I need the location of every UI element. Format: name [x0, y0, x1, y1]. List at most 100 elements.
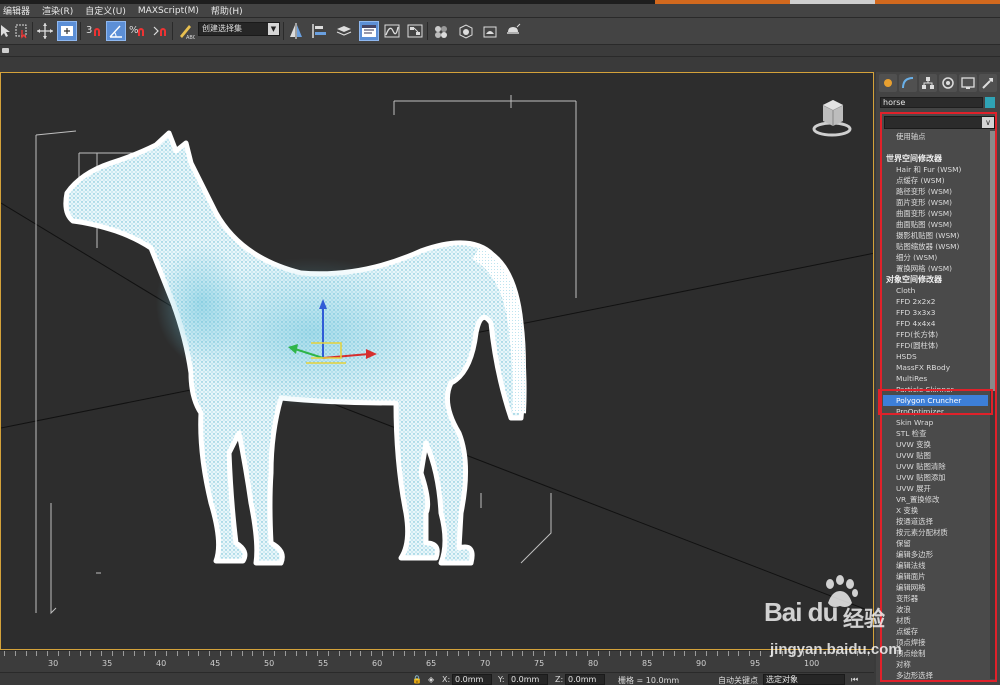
modifier-list-dropdown[interactable]: ∨: [884, 116, 995, 129]
modifier-item[interactable]: 编辑网格: [883, 582, 988, 593]
modifier-item[interactable]: 贴图缩放器 (WSM): [883, 241, 988, 252]
modifier-item[interactable]: 编辑面片: [883, 571, 988, 582]
modifier-item[interactable]: Skin Wrap: [883, 417, 988, 428]
timeline-ruler[interactable]: 30 35 40 45 50 55 60 65 70 75 80 85 90 95 100: [0, 650, 874, 672]
align-icon[interactable]: [309, 21, 329, 41]
timeline-tick: [511, 651, 513, 656]
chevron-down-icon[interactable]: ▼: [268, 23, 279, 35]
timeline-tick: [565, 651, 567, 656]
render-setup-icon[interactable]: [456, 21, 476, 41]
select-and-manipulate-icon[interactable]: [57, 21, 77, 41]
object-name-field[interactable]: horse: [880, 97, 983, 108]
modifier-item[interactable]: 点缓存 (WSM): [883, 175, 988, 186]
modifier-item[interactable]: HSDS: [883, 351, 988, 362]
modifier-item[interactable]: MultiRes: [883, 373, 988, 384]
modifier-item[interactable]: 点缓存: [883, 626, 988, 637]
modifier-item[interactable]: 对称: [883, 659, 988, 670]
modifier-item[interactable]: 按元素分配材质: [883, 527, 988, 538]
modifier-item[interactable]: 面片变形 (WSM): [883, 197, 988, 208]
hierarchy-tab-icon[interactable]: [919, 74, 937, 92]
object-color-swatch[interactable]: [985, 97, 995, 108]
modifier-item[interactable]: VR_置换修改: [883, 494, 988, 505]
menu-item-maxscript[interactable]: MAXScript(M): [135, 6, 208, 16]
modifier-item[interactable]: 顶点焊接: [883, 637, 988, 648]
percent-snap-icon[interactable]: %: [127, 21, 147, 41]
modifier-item[interactable]: Hair 和 Fur (WSM): [883, 164, 988, 175]
modifier-item[interactable]: Cloth: [883, 285, 988, 296]
modifier-item[interactable]: UVW 贴图: [883, 450, 988, 461]
x-coordinate-field[interactable]: 0.0mm: [452, 674, 492, 685]
menu-item-customize[interactable]: 自定义(U): [82, 4, 135, 17]
modifier-item[interactable]: FFD(圆柱体): [883, 340, 988, 351]
modify-tab-icon[interactable]: [899, 74, 917, 92]
modifier-item[interactable]: 材质: [883, 615, 988, 626]
scrollbar-thumb[interactable]: [990, 131, 995, 391]
menu-item-editor[interactable]: 编辑器: [0, 4, 39, 17]
timeline-tick: [684, 651, 686, 656]
timeline-tick: [382, 651, 383, 656]
modifier-item[interactable]: 按通道选择: [883, 516, 988, 527]
go-to-start-icon[interactable]: ⏮: [851, 675, 858, 685]
scene-explorer-icon[interactable]: [359, 21, 379, 41]
snap-3d-icon[interactable]: 3: [83, 21, 103, 41]
y-coordinate-field[interactable]: 0.0mm: [508, 674, 548, 685]
perspective-viewport[interactable]: [0, 72, 874, 650]
modifier-item[interactable]: 保留: [883, 538, 988, 549]
modifier-item[interactable]: UVW 贴图清除: [883, 461, 988, 472]
modifier-item[interactable]: 编辑多边形: [883, 549, 988, 560]
modifier-item[interactable]: 路径变形 (WSM): [883, 186, 988, 197]
angle-snap-icon[interactable]: [106, 21, 126, 41]
modifier-item[interactable]: 多边形选择: [883, 670, 988, 680]
create-tab-icon[interactable]: [879, 74, 897, 92]
modifier-item[interactable]: 变形器: [883, 593, 988, 604]
modifier-item[interactable]: 顶点绘制: [883, 648, 988, 659]
motion-tab-icon[interactable]: [939, 74, 957, 92]
modifier-item[interactable]: 细分 (WSM): [883, 252, 988, 263]
transform-mode-icon[interactable]: ◈: [428, 675, 434, 684]
move-icon[interactable]: [35, 21, 55, 41]
chevron-down-icon[interactable]: ∨: [982, 117, 994, 128]
menu-item-render[interactable]: 渲染(R): [39, 4, 82, 17]
select-region-icon[interactable]: [12, 21, 32, 41]
modifier-item[interactable]: 编辑法线: [883, 560, 988, 571]
modifier-item[interactable]: UVW 贴图添加: [883, 472, 988, 483]
modifier-item[interactable]: 曲面变形 (WSM): [883, 208, 988, 219]
modifier-item[interactable]: FFD 3x3x3: [883, 307, 988, 318]
modifier-item[interactable]: X 变换: [883, 505, 988, 516]
modifier-item[interactable]: MassFX RBody: [883, 362, 988, 373]
z-coordinate-field[interactable]: 0.0mm: [565, 674, 605, 685]
timeline-tick: [500, 651, 502, 656]
display-tab-icon[interactable]: [959, 74, 977, 92]
mirror-icon[interactable]: [286, 21, 306, 41]
spinner-snap-icon[interactable]: [150, 21, 170, 41]
named-selection-set-dropdown[interactable]: 创建选择集 ▼: [198, 22, 280, 36]
modifier-item[interactable]: 置换网格 (WSM): [883, 263, 988, 274]
modifier-item[interactable]: STL 检查: [883, 428, 988, 439]
rendered-frame-window-icon[interactable]: [480, 21, 500, 41]
schematic-view-icon[interactable]: [405, 21, 425, 41]
material-editor-icon[interactable]: [431, 21, 451, 41]
modifier-item[interactable]: UVW 展开: [883, 483, 988, 494]
timeline-tick: [814, 651, 815, 656]
modifier-item[interactable]: FFD(长方体): [883, 329, 988, 340]
edit-named-selection-icon[interactable]: ABC: [176, 21, 196, 41]
layer-manager-icon[interactable]: [334, 21, 354, 41]
modifier-item[interactable]: UVW 变换: [883, 439, 988, 450]
modifier-item[interactable]: 波浪: [883, 604, 988, 615]
auto-key-button[interactable]: 自动关键点: [718, 675, 758, 685]
menu-item-help[interactable]: 帮助(H): [208, 4, 252, 17]
modifier-item[interactable]: 使用轴点: [883, 131, 988, 142]
key-filter-dropdown[interactable]: 选定对象: [763, 674, 845, 685]
utilities-tab-icon[interactable]: [979, 74, 997, 92]
lock-selection-icon[interactable]: 🔒: [412, 675, 422, 684]
ribbon-toggle-icon[interactable]: [2, 48, 9, 53]
modifier-item[interactable]: FFD 4x4x4: [883, 318, 988, 329]
timeline-tick-label: 50: [264, 659, 275, 668]
viewcube-icon[interactable]: [809, 95, 855, 141]
render-production-icon[interactable]: [503, 21, 523, 41]
timeline-tick: [349, 651, 351, 656]
curve-editor-icon[interactable]: [382, 21, 402, 41]
modifier-item[interactable]: 摄影机贴图 (WSM): [883, 230, 988, 241]
modifier-item[interactable]: FFD 2x2x2: [883, 296, 988, 307]
modifier-item[interactable]: 曲面贴图 (WSM): [883, 219, 988, 230]
